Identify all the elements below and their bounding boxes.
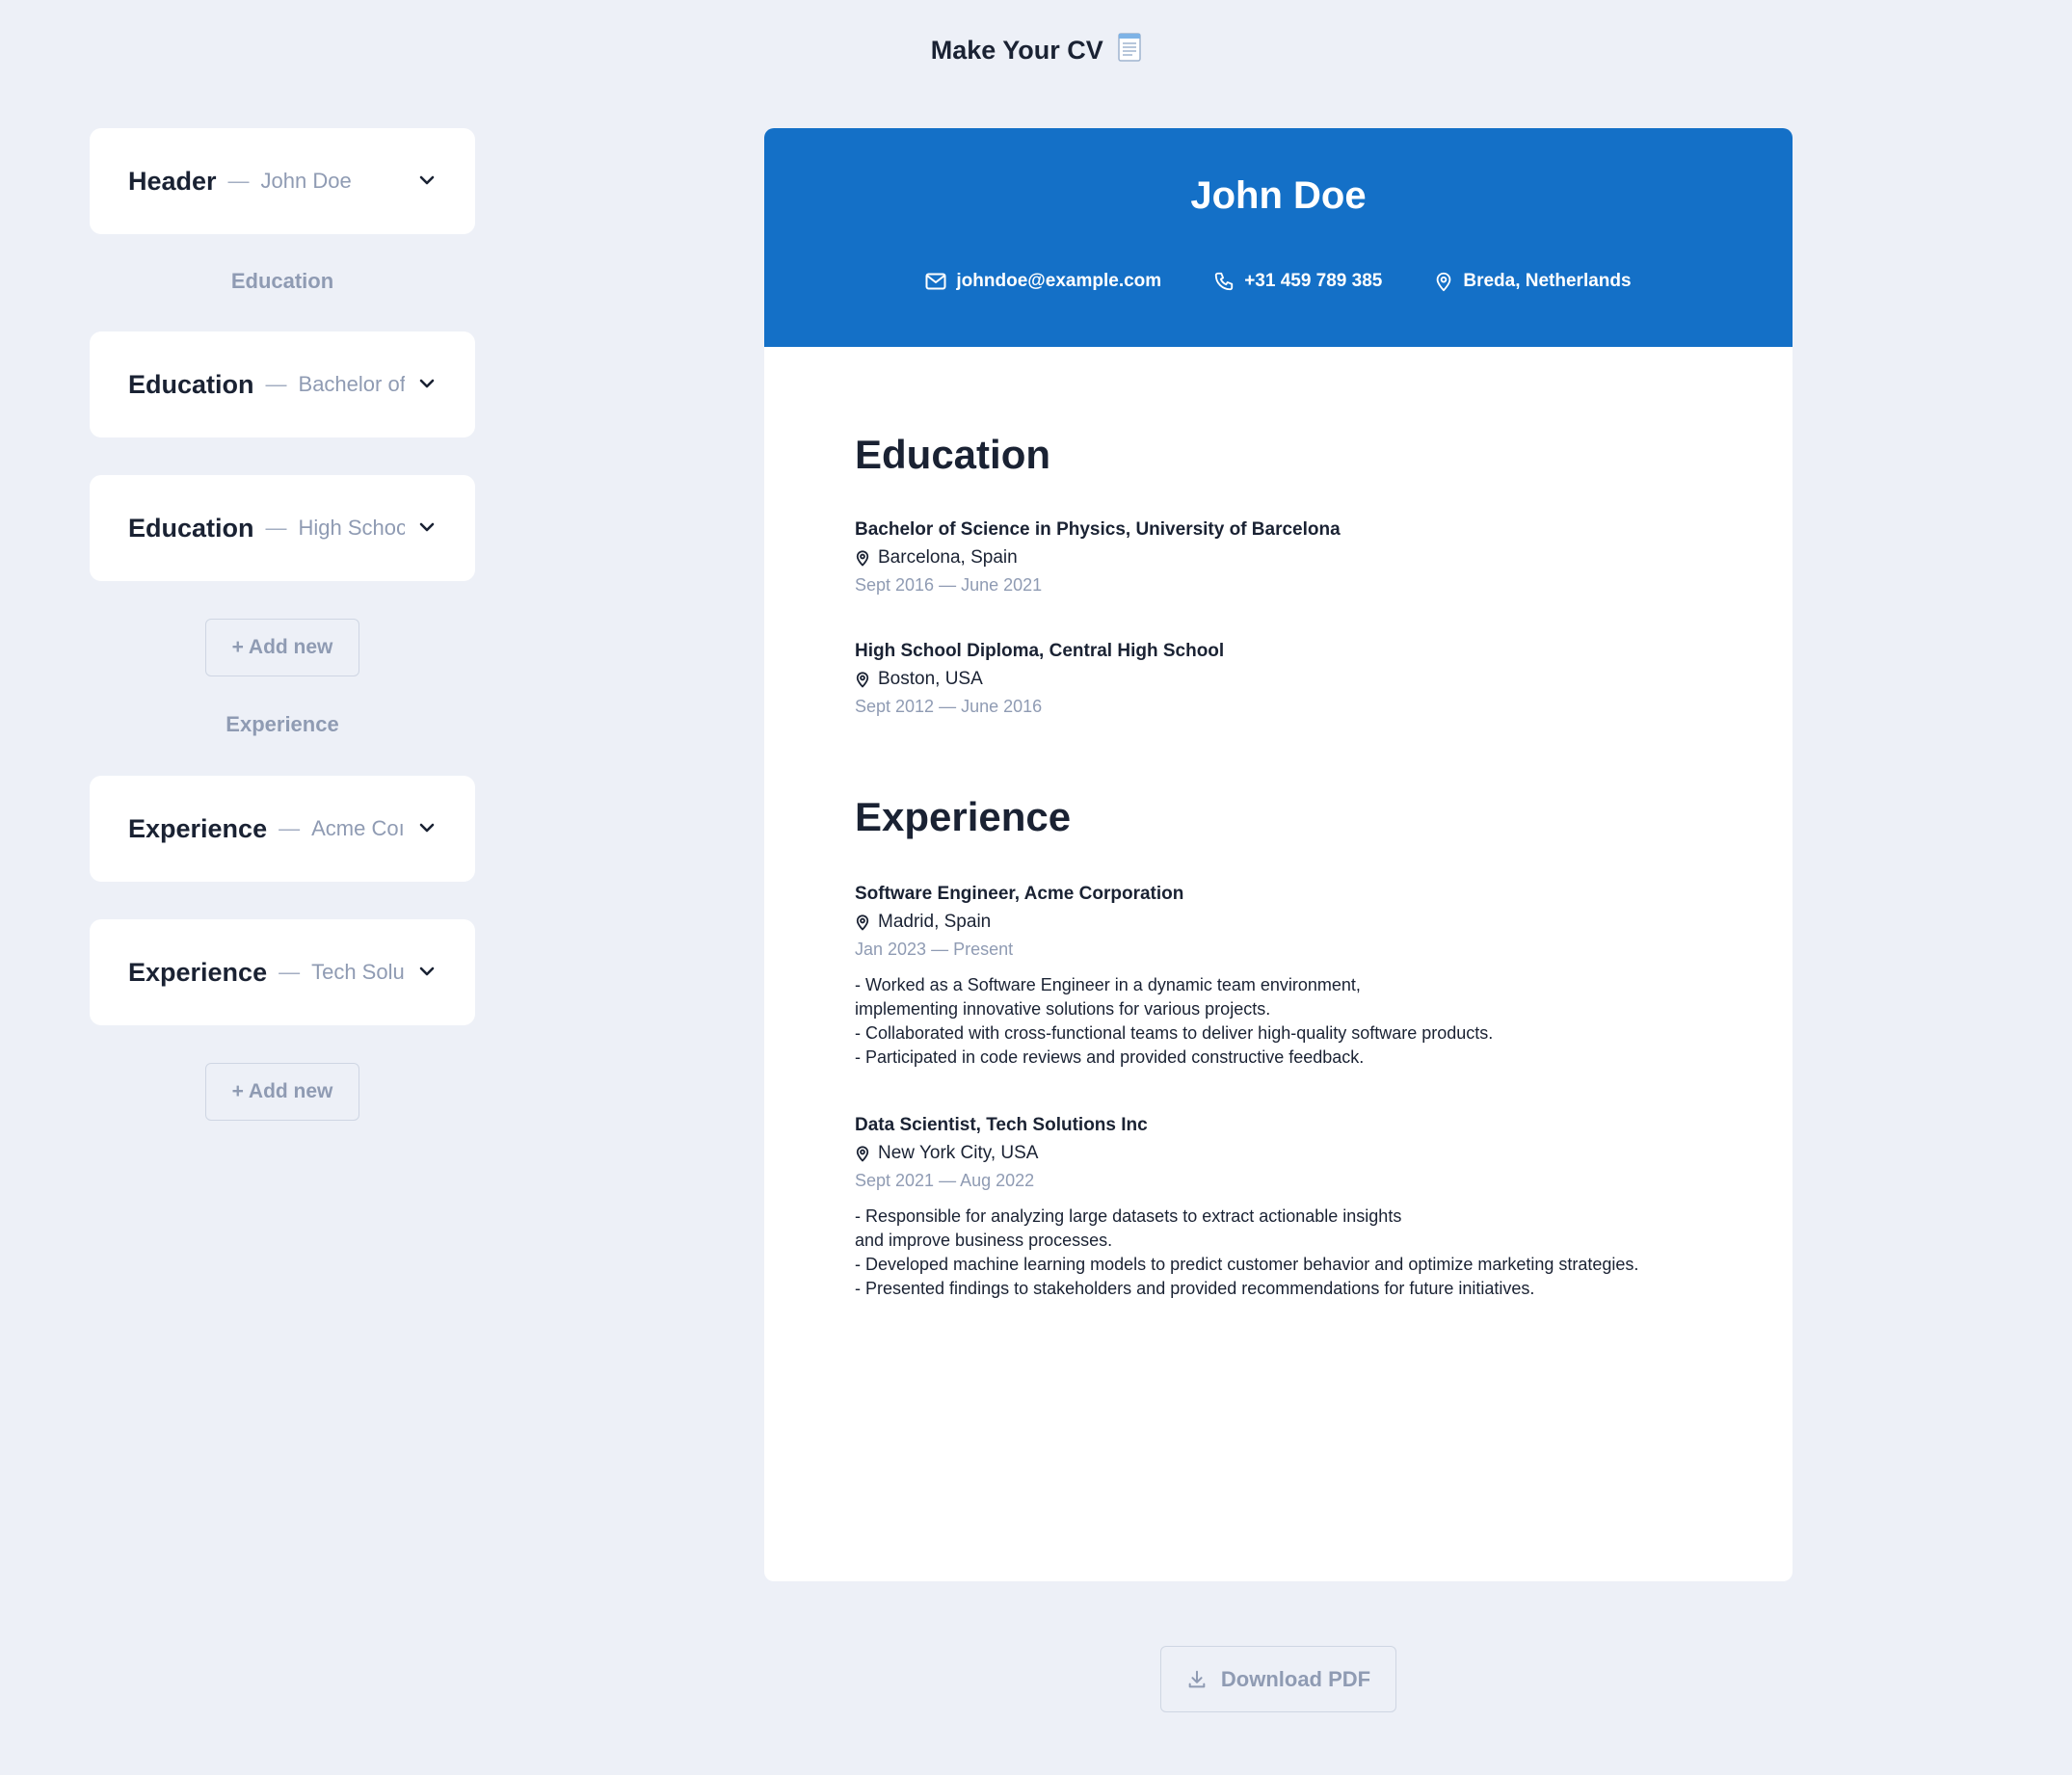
header-card[interactable]: Header — John Doe	[90, 128, 475, 234]
entry-description: - Worked as a Software Engineer in a dyn…	[855, 975, 1494, 1067]
chevron-down-icon[interactable]	[417, 818, 437, 837]
card-dash: —	[265, 516, 287, 540]
card-dash: —	[227, 169, 250, 193]
entry-title: Bachelor of Science in Physics, Universi…	[855, 519, 1341, 540]
entry-dates: Sept 2012 — June 2016	[855, 697, 1043, 716]
map-pin-icon	[856, 1146, 869, 1162]
experience-card-1[interactable]: Experience — Acme Coı	[90, 776, 475, 882]
entry-dates: Jan 2023 — Present	[855, 940, 1014, 959]
cv-name: John Doe	[1190, 174, 1367, 217]
education-heading: Education	[855, 432, 1051, 477]
phone-icon	[1215, 272, 1234, 291]
education-section-label: Education	[230, 269, 334, 293]
cv-header: John Doe johndoe@example.com +31 459 789…	[764, 128, 1793, 347]
contact-email: johndoe@example.com	[925, 271, 1161, 292]
add-experience-button[interactable]: + Add new	[205, 1063, 359, 1121]
card-dash: —	[265, 372, 287, 396]
map-pin-icon	[856, 672, 869, 688]
card-subtitle: Bachelor of	[298, 372, 405, 396]
download-icon	[1188, 1670, 1206, 1687]
contact-phone: +31 459 789 385	[1213, 271, 1382, 292]
card-subtitle: High Schoc	[298, 516, 405, 540]
education-card-2[interactable]: Education — High Schoc	[90, 475, 475, 581]
entry-location: Madrid, Spain	[855, 910, 1702, 935]
card-title: Header	[128, 166, 217, 196]
entry-title: Software Engineer, Acme Corporation	[855, 884, 1184, 904]
phone-text: +31 459 789 385	[1244, 271, 1383, 291]
card-subtitle: John Doe	[260, 169, 352, 193]
map-pin-icon	[856, 550, 869, 567]
experience-card-2[interactable]: Experience — Tech Solu	[90, 919, 475, 1025]
card-dash: —	[279, 960, 301, 984]
entry-location: New York City, USA	[855, 1141, 1702, 1166]
education-entry: Bachelor of Science in Physics, Universi…	[855, 518, 1702, 597]
document-icon	[1118, 33, 1142, 68]
experience-entry: Software Engineer, Acme Corporation Madr…	[855, 883, 1702, 1070]
card-title: Education	[128, 369, 254, 399]
chevron-down-icon[interactable]	[417, 962, 437, 981]
chevron-down-icon[interactable]	[417, 171, 437, 190]
location-text: Barcelona, Spain	[878, 547, 1018, 568]
experience-entry: Data Scientist, Tech Solutions Inc New Y…	[855, 1114, 1702, 1301]
map-pin-icon	[1437, 272, 1451, 292]
app-title-text: Make Your CV	[930, 36, 1103, 65]
card-subtitle: Acme Coı	[311, 816, 405, 840]
location-text: New York City, USA	[878, 1143, 1039, 1163]
chevron-down-icon[interactable]	[417, 517, 437, 537]
entry-description: - Responsible for analyzing large datase…	[855, 1206, 1639, 1298]
card-dash: —	[279, 816, 301, 840]
cv-preview: John Doe johndoe@example.com +31 459 789…	[764, 128, 1793, 1581]
experience-section-label: Experience	[226, 712, 339, 736]
experience-heading: Experience	[855, 794, 1072, 839]
entry-title: Data Scientist, Tech Solutions Inc	[855, 1115, 1148, 1135]
cv-body: Education Bachelor of Science in Physics…	[764, 432, 1793, 1301]
location-text: Madrid, Spain	[878, 912, 992, 932]
card-title: Experience	[128, 957, 268, 987]
entry-location: Barcelona, Spain	[855, 545, 1702, 570]
contact-location: Breda, Netherlands	[1434, 271, 1632, 292]
location-text: Breda, Netherlands	[1463, 271, 1632, 291]
card-title: Education	[128, 513, 254, 543]
entry-dates: Sept 2016 — June 2021	[855, 575, 1043, 595]
education-entry: High School Diploma, Central High School…	[855, 640, 1702, 719]
card-title: Experience	[128, 813, 268, 843]
download-pdf-button[interactable]: Download PDF	[1160, 1646, 1396, 1712]
entry-dates: Sept 2021 — Aug 2022	[855, 1171, 1035, 1190]
card-subtitle: Tech Solu	[311, 960, 405, 984]
location-text: Boston, USA	[878, 669, 983, 689]
email-text: johndoe@example.com	[956, 271, 1162, 291]
mail-icon	[925, 273, 946, 290]
chevron-down-icon[interactable]	[417, 374, 437, 393]
education-card-1[interactable]: Education — Bachelor of	[90, 331, 475, 437]
entry-title: High School Diploma, Central High School	[855, 641, 1225, 661]
download-label: Download PDF	[1220, 1666, 1371, 1691]
entry-location: Boston, USA	[855, 667, 1702, 692]
add-education-button[interactable]: + Add new	[205, 619, 359, 676]
contact-row: johndoe@example.com +31 459 789 385 Bred…	[764, 271, 1793, 292]
map-pin-icon	[856, 914, 869, 931]
app-title: Make Your CV	[0, 33, 2072, 68]
